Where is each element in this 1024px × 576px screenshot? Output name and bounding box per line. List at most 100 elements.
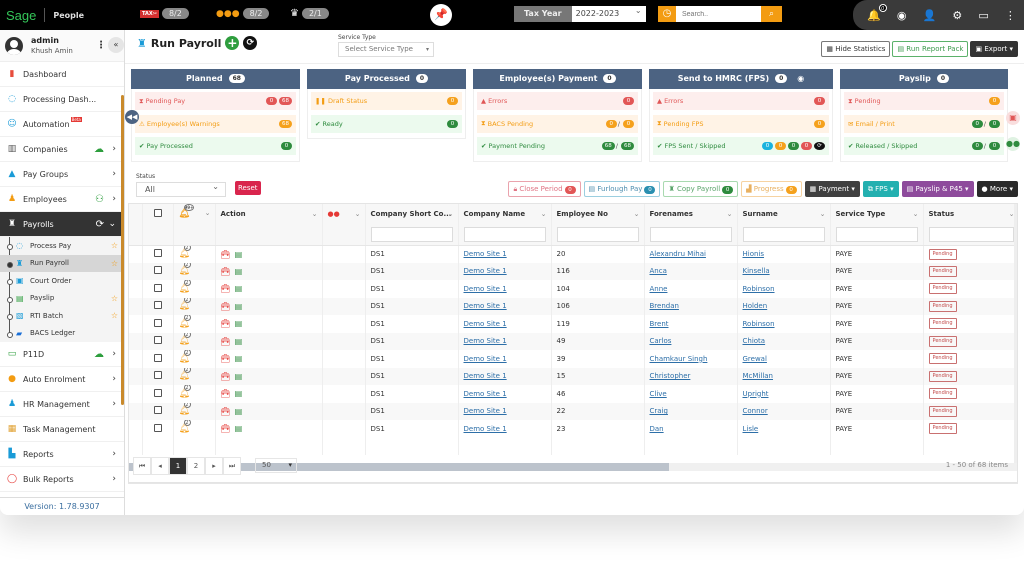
add-document-icon[interactable]: ▤ — [235, 337, 243, 346]
sidebar-subitem-payslip[interactable]: ▤ Payslip ☆ — [0, 290, 124, 308]
forenames-link[interactable]: Craig — [650, 407, 668, 415]
stat-badge[interactable]: 68 — [621, 142, 634, 150]
forenames-link[interactable]: Anca — [650, 267, 667, 275]
forenames-column-header[interactable]: Forenames ⌄ — [644, 204, 738, 224]
sidebar-item-companies[interactable]: ▥ Companies ☁ › — [0, 137, 124, 162]
chevron-down-icon[interactable]: ⌄ — [634, 210, 640, 218]
sidebar-subitem-court-order[interactable]: ▣ Court Order — [0, 272, 124, 290]
run-report-pack-button[interactable]: ▤ Run Report Pack — [892, 41, 969, 57]
sidebar-item-dashboard[interactable]: ▮ Dashboard — [0, 62, 124, 87]
table-row[interactable]: 🔔︎ 2 🧰︎ ▤ DS1 Demo Site 1 49 Carlos Chiota PAYE Pe… — [129, 332, 1017, 350]
refresh-icon[interactable]: ⟳ — [243, 36, 258, 50]
help-icon[interactable]: ▭ — [978, 9, 988, 22]
crown-indicator[interactable]: ♛ 2/1 — [290, 8, 329, 19]
pdf-report-icon[interactable]: ▣ — [1006, 111, 1020, 125]
sidebar-item-processing-dashboard[interactable]: ◌ Processing Dash... — [0, 87, 124, 112]
add-document-icon[interactable]: ▤ — [235, 284, 243, 293]
sidebar-item-task-management[interactable]: ▦ Task Management — [0, 417, 124, 442]
briefcase-edit-icon[interactable]: 🧰︎ — [221, 284, 231, 293]
tax-year-select[interactable]: 2022-2023 — [571, 3, 646, 22]
search-icon[interactable]: ⌕ — [761, 6, 782, 22]
surname-column-header[interactable]: Surname ⌄ — [737, 204, 831, 224]
fps-refresh-icon[interactable]: ⟳ — [814, 142, 825, 150]
chevron-down-icon[interactable]: ⌄ — [312, 210, 318, 218]
row-checkbox[interactable] — [153, 336, 162, 345]
cloud-upload-icon[interactable]: ☁ — [94, 349, 104, 360]
row-checkbox[interactable] — [153, 266, 162, 275]
surname-link[interactable]: Holden — [743, 302, 768, 310]
sidebar-subitem-process-pay[interactable]: ◌ Process Pay ☆ — [0, 237, 124, 255]
table-row[interactable]: 🔔︎ 2 🧰︎ ▤ DS1 Demo Site 1 23 Dan Lisle PAYE Pendin… — [129, 420, 1017, 438]
stat-fps-sent-skipped[interactable]: ✔ FPS Sent / Skipped 0 0 0 0 ⟳ — [653, 137, 829, 155]
add-document-icon[interactable]: ▤ — [235, 250, 243, 259]
briefcase-edit-icon[interactable]: 🧰︎ — [221, 407, 231, 416]
surname-link[interactable]: Robinson — [743, 285, 775, 293]
reset-button[interactable]: Reset — [235, 181, 261, 195]
sidebar-item-hr-management[interactable]: ♟ HR Management › — [0, 392, 124, 417]
card-header[interactable]: Send to HMRC (FPS) 0 ◉ — [649, 69, 833, 89]
sidebar-item-auto-enrolment[interactable]: ● Auto Enrolment › — [0, 367, 124, 392]
company-name-link[interactable]: Demo Site 1 — [464, 267, 507, 275]
stat-badge[interactable]: 68 — [279, 119, 292, 128]
bell-icon[interactable]: 🔔︎ 2 — [179, 420, 191, 434]
status-column-header[interactable]: Status ⌄ — [923, 204, 1017, 224]
add-user-icon[interactable]: ⚇ — [95, 194, 104, 205]
furlough-pay-button[interactable]: ▤ Furlough Pay 0 — [583, 181, 661, 197]
forenames-link[interactable]: Brendan — [650, 302, 679, 310]
payment-dropdown-button[interactable]: ▦ Payment ▾ — [804, 181, 860, 197]
table-row[interactable]: 🔔︎ 2 🧰︎ ▤ DS1 Demo Site 1 20 Alexandru Mihai Hio… — [129, 245, 1017, 263]
chevron-down-icon[interactable]: ⌄ — [820, 210, 826, 218]
stat-badge[interactable]: 0 — [971, 119, 983, 128]
stat-released-skipped[interactable]: ✔ Released / Skipped 0/0 — [844, 137, 1004, 155]
row-checkbox[interactable] — [153, 318, 162, 327]
company-name-link[interactable]: Demo Site 1 — [464, 407, 507, 415]
more-vertical-icon[interactable]: ⋮ — [1005, 9, 1016, 22]
sidebar-item-reports[interactable]: ▙ Reports › — [0, 442, 124, 467]
stat-badge[interactable]: 0 — [605, 119, 617, 128]
surname-link[interactable]: Lisle — [743, 425, 759, 433]
forenames-link[interactable]: Dan — [650, 425, 664, 433]
briefcase-edit-icon[interactable]: 🧰︎ — [221, 424, 231, 433]
bell-icon[interactable]: 🔔︎ 2 — [179, 402, 191, 416]
table-row[interactable]: 🔔︎ 2 🧰︎ ▤ DS1 Demo Site 1 119 Brent Robinson PAYE… — [129, 315, 1017, 333]
add-icon[interactable]: + — [225, 36, 240, 50]
surname-link[interactable]: Robinson — [743, 320, 775, 328]
avatar[interactable] — [5, 36, 23, 55]
table-row[interactable]: 🔔︎ 2 🧰︎ ▤ DS1 Demo Site 1 116 Anca Kinsella PAYE P… — [129, 262, 1017, 280]
prev-page-button[interactable]: ◂ — [151, 457, 169, 475]
sidebar-subitem-run-payroll[interactable]: ♜ Run Payroll ☆ — [0, 254, 124, 272]
bell-icon[interactable]: 🔔︎ 2 — [179, 297, 191, 311]
status-select[interactable]: All — [136, 180, 226, 197]
filter-service-type[interactable] — [835, 226, 918, 242]
company-name-link[interactable]: Demo Site 1 — [464, 425, 507, 433]
bell-icon[interactable]: 🔔︎ 2 — [179, 280, 191, 294]
surname-link[interactable]: Upright — [743, 390, 769, 398]
more-dropdown-button[interactable]: ● More ▾ — [976, 181, 1018, 197]
bell-icon[interactable]: 🔔︎ 2 — [179, 367, 191, 381]
row-checkbox[interactable] — [153, 388, 162, 397]
sage-logo[interactable]: Sage — [6, 8, 36, 23]
stat-ready[interactable]: ✔ Ready 0 — [311, 114, 462, 133]
forenames-link[interactable]: Anne — [650, 285, 668, 293]
hide-statistics-button[interactable]: ▦ Hide Statistics — [821, 41, 891, 57]
row-checkbox[interactable] — [153, 301, 162, 310]
table-row[interactable]: 🔔︎ 2 🧰︎ ▤ DS1 Demo Site 1 104 Anne Robinson PAYE P… — [129, 280, 1017, 298]
bell-icon[interactable]: 🔔︎ 2 — [179, 350, 191, 364]
company-name-link[interactable]: Demo Site 1 — [464, 390, 507, 398]
sidebar-subitem-rti-batch[interactable]: ▧ RTI Batch ☆ — [0, 307, 124, 325]
favorite-star-icon[interactable]: ☆ — [111, 241, 118, 250]
collapse-sidebar-icon[interactable]: « — [108, 37, 124, 53]
eye-icon[interactable]: ◉ — [797, 74, 804, 83]
stat-email-print[interactable]: ✉ Email / Print 0/0 — [844, 114, 1004, 133]
select-all-checkbox[interactable] — [153, 209, 162, 217]
stat-payment-pending[interactable]: ✔ Payment Pending 68/68 — [477, 137, 638, 155]
stat-badge[interactable]: 0 — [775, 142, 786, 150]
sidebar-item-automation[interactable]: ☺ Automation Beta — [0, 112, 124, 137]
page-size-select[interactable]: 50 — [255, 458, 297, 473]
pension-indicator[interactable]: ●●● 8/2 — [216, 8, 270, 19]
filter-surname[interactable] — [742, 226, 825, 242]
stat-pending-pay[interactable]: ⧗ Pending Pay 0 68 — [135, 92, 296, 110]
company-name-link[interactable]: Demo Site 1 — [464, 337, 507, 345]
stat-bacs-pending[interactable]: ⧗ BACS Pending 0/0 — [477, 114, 638, 133]
stat-badge[interactable]: 0 — [971, 142, 983, 150]
